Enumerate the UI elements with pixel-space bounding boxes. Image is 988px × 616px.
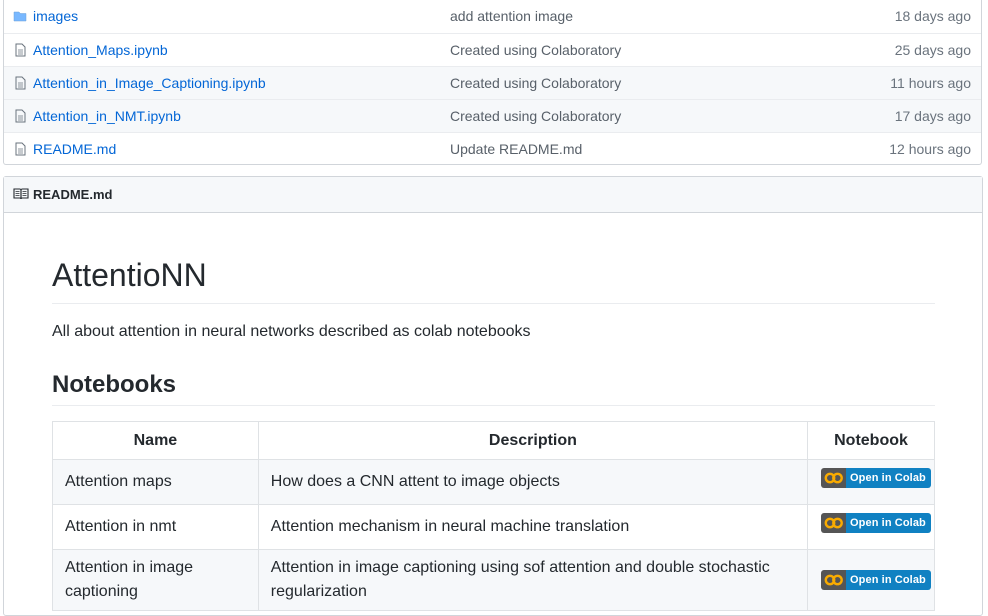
colab-icon (821, 512, 846, 533)
open-in-colab-badge[interactable]: Open in Colab (821, 512, 931, 533)
colab-icon (821, 569, 846, 590)
notebook-badge-cell: Open in Colab (807, 549, 935, 611)
file-row-attention-maps[interactable]: Attention_Maps.ipynb Created using Colab… (4, 33, 981, 66)
badge-label: Open in Colab (846, 467, 931, 488)
notebook-name: Attention in nmt (52, 504, 259, 550)
column-header-description: Description (257, 421, 809, 460)
file-list: images add attention image 18 days ago A… (3, 0, 982, 165)
badge-label: Open in Colab (846, 512, 931, 533)
notebook-description: Attention in image captioning using sof … (257, 549, 809, 611)
table-row: Attention in nmt Attention mechanism in … (52, 504, 935, 550)
file-name-link[interactable]: Attention_in_NMT.ipynb (33, 100, 181, 132)
notebooks-heading: Notebooks (52, 367, 935, 406)
book-icon (13, 188, 29, 200)
commit-message-link[interactable]: Created using Colaboratory (450, 34, 621, 66)
commit-message-link[interactable]: Created using Colaboratory (450, 100, 621, 132)
commit-age: 18 days ago (894, 8, 971, 24)
open-in-colab-badge[interactable]: Open in Colab (821, 467, 931, 488)
file-name-link[interactable]: README.md (33, 133, 116, 165)
open-in-colab-badge[interactable]: Open in Colab (821, 569, 931, 590)
file-name-link[interactable]: images (33, 0, 78, 32)
notebooks-table: Name Description Notebook Attention maps… (52, 421, 935, 611)
file-icon (15, 76, 26, 90)
file-name-link[interactable]: Attention_Maps.ipynb (33, 34, 168, 66)
readme-panel: README.md AttentioNN All about attention… (3, 176, 983, 616)
notebook-name: Attention maps (52, 459, 259, 505)
notebook-badge-cell: Open in Colab (807, 504, 935, 550)
commit-age: 17 days ago (894, 108, 971, 124)
column-header-notebook: Notebook (807, 421, 935, 460)
column-header-name: Name (52, 421, 259, 460)
table-row: Attention maps How does a CNN attent to … (52, 459, 935, 505)
file-name-link[interactable]: Attention_in_Image_Captioning.ipynb (33, 67, 266, 99)
file-row-images[interactable]: images add attention image 18 days ago (4, 0, 981, 33)
notebook-badge-cell: Open in Colab (807, 459, 935, 505)
table-header-row: Name Description Notebook (52, 421, 935, 460)
commit-message-link[interactable]: add attention image (450, 0, 573, 32)
readme-description: All about attention in neural networks d… (52, 323, 531, 340)
readme-title: AttentioNN (52, 253, 935, 304)
file-icon (15, 43, 26, 57)
commit-message-link[interactable]: Update README.md (450, 133, 582, 165)
table-row: Attention in image captioning Attention … (52, 549, 935, 611)
folder-icon (13, 11, 27, 22)
file-row-attention-captioning[interactable]: Attention_in_Image_Captioning.ipynb Crea… (4, 66, 981, 99)
file-row-attention-nmt[interactable]: Attention_in_NMT.ipynb Created using Col… (4, 99, 981, 132)
colab-icon (821, 467, 846, 488)
commit-age: 12 hours ago (889, 141, 971, 157)
commit-age: 11 hours ago (890, 75, 971, 91)
notebook-description: How does a CNN attent to image objects (257, 459, 809, 505)
file-row-readme[interactable]: README.md Update README.md 12 hours ago (4, 132, 981, 165)
file-icon (15, 142, 26, 156)
readme-header: README.md (4, 177, 982, 213)
readme-header-title: README.md (33, 187, 113, 202)
commit-age: 25 days ago (894, 42, 971, 58)
notebook-name: Attention in image captioning (52, 549, 259, 611)
notebook-description: Attention mechanism in neural machine tr… (257, 504, 809, 550)
commit-message-link[interactable]: Created using Colaboratory (450, 67, 621, 99)
badge-label: Open in Colab (846, 569, 931, 590)
file-icon (15, 109, 26, 123)
